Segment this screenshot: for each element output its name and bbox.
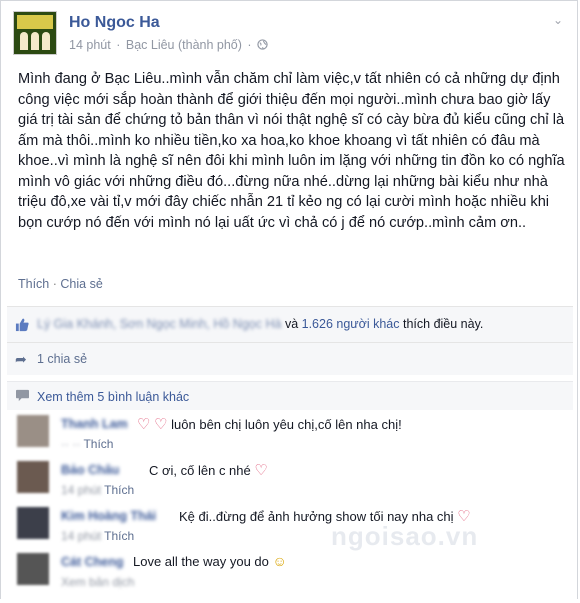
commenter-avatar[interactable] xyxy=(17,415,49,447)
post-header: Ho Ngoc Ha 14 phút · Bạc Liêu (thành phố… xyxy=(13,11,563,57)
post-body: Mình đang ở Bạc Liêu..mình vẫn chăm chỉ … xyxy=(18,71,565,231)
likes-suffix: thích điều này. xyxy=(403,317,484,331)
avatar-banner xyxy=(17,15,53,29)
post-meta: 14 phút · Bạc Liêu (thành phố) · xyxy=(69,38,268,52)
shares-summary[interactable]: ➦ 1 chia sẻ xyxy=(7,342,573,375)
comment-meta: ·· ·· Thích xyxy=(61,437,113,451)
likes-text: Lý Gia Khánh, Sơn Ngọc Minh, Hồ Ngọc Hà … xyxy=(37,317,483,331)
comment-text: C ơi, cố lên c nhé ♡ xyxy=(149,461,268,479)
author-avatar[interactable] xyxy=(13,11,57,55)
smile-emoji-icon: ☺ xyxy=(272,553,287,569)
comment-meta: Xem bản dịch xyxy=(61,575,134,589)
post-time[interactable]: 14 phút xyxy=(69,38,111,52)
comment-meta-blurred: ·· ·· xyxy=(61,437,81,451)
comment-body: luôn bên chị luôn yêu chị,cố lên nha chị… xyxy=(171,417,402,432)
commenter-name[interactable]: Thanh Lam xyxy=(61,417,128,431)
heart-emoji-icon: ♡ xyxy=(137,416,151,433)
likes-and: và xyxy=(284,317,299,331)
post-card: Ho Ngoc Ha 14 phút · Bạc Liêu (thành phố… xyxy=(0,0,578,599)
comment-bubble-icon xyxy=(16,389,29,402)
heart-emoji-icon: ♡ xyxy=(154,416,168,433)
commenter-avatar[interactable] xyxy=(17,507,49,539)
avatar-figure xyxy=(31,32,39,50)
commenter-avatar[interactable] xyxy=(17,553,49,585)
comment-item: Cát Cheng Love all the way you do ☺ Xem … xyxy=(17,551,567,603)
comment-like-link[interactable]: Thích xyxy=(104,483,134,497)
comment-item: Bảo Châu C ơi, cố lên c nhé ♡ 14 phút Th… xyxy=(17,459,567,511)
comment-time: 14 phút xyxy=(61,529,102,543)
liker-names[interactable]: Lý Gia Khánh, Sơn Ngọc Minh, xyxy=(37,317,210,331)
comment-body: Love all the way you do xyxy=(133,554,269,569)
author-name[interactable]: Ho Ngoc Ha xyxy=(69,14,160,32)
liker-name[interactable]: Hồ Ngọc Hà xyxy=(213,317,281,331)
post-location[interactable]: Bạc Liêu (thành phố) xyxy=(126,38,242,52)
translate-link[interactable]: Xem bản dịch xyxy=(61,575,134,589)
comment-text: ♡ ♡ luôn bên chị luôn yêu chị,cố lên nha… xyxy=(137,415,402,433)
shares-count[interactable]: 1 chia sẻ xyxy=(37,352,87,366)
comment-text: Love all the way you do ☺ xyxy=(133,553,287,569)
share-button[interactable]: Chia sẻ xyxy=(60,277,102,291)
like-button[interactable]: Thích xyxy=(18,277,49,291)
heart-emoji-icon: ♡ xyxy=(254,462,268,479)
comment-time: 14 phút xyxy=(61,483,102,497)
action-separator: · xyxy=(52,277,57,291)
meta-separator: · xyxy=(247,38,252,52)
comment-meta: 14 phút Thích xyxy=(61,483,134,497)
commenter-name[interactable]: Bảo Châu xyxy=(61,463,119,477)
comment-meta: 14 phút Thích xyxy=(61,529,134,543)
share-arrow-icon: ➦ xyxy=(15,351,27,367)
comment-like-link[interactable]: Thích xyxy=(83,437,113,451)
avatar-figure xyxy=(20,32,28,50)
view-more-comments-link[interactable]: Xem thêm 5 bình luận khác xyxy=(37,390,189,404)
commenter-name[interactable]: Kim Hoàng Thái xyxy=(61,509,156,523)
comment-body: C ơi, cố lên c nhé xyxy=(149,463,251,478)
globe-icon[interactable] xyxy=(257,39,268,50)
commenter-name[interactable]: Cát Cheng xyxy=(61,555,124,569)
comment-item: Kim Hoàng Thái Kệ đi..đừng để ảnh hưởng … xyxy=(17,505,567,557)
comment-item: Thanh Lam ♡ ♡ luôn bên chị luôn yêu chị,… xyxy=(17,413,567,465)
watermark: ngoisao.vn xyxy=(331,521,479,551)
post-options-chevron-icon[interactable]: ⌄ xyxy=(553,13,563,27)
likes-summary: Lý Gia Khánh, Sơn Ngọc Minh, Hồ Ngọc Hà … xyxy=(7,306,573,343)
commenter-avatar[interactable] xyxy=(17,461,49,493)
likes-others-link[interactable]: 1.626 người khác xyxy=(302,317,400,331)
view-more-comments[interactable]: Xem thêm 5 bình luận khác xyxy=(7,381,573,410)
post-actions: Thích · Chia sẻ xyxy=(18,277,103,291)
meta-separator: · xyxy=(116,38,121,52)
comment-like-link[interactable]: Thích xyxy=(104,529,134,543)
thumbs-up-icon xyxy=(15,318,29,332)
avatar-figure xyxy=(42,32,50,50)
